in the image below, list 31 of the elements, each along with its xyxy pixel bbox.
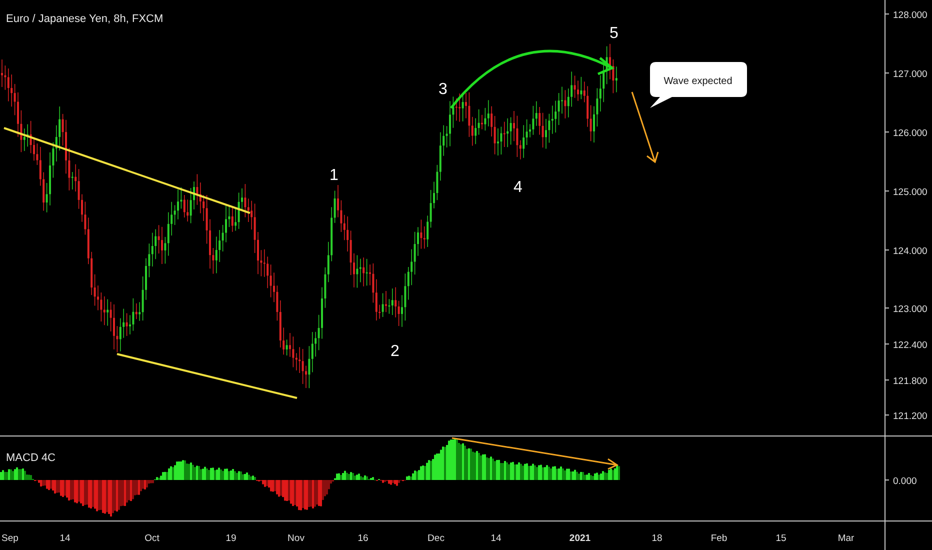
price-axis-label: 123.000 — [893, 304, 928, 315]
price-axis-label: 121.200 — [893, 411, 928, 422]
wave-label: 1 — [330, 167, 338, 184]
time-axis-label: Dec — [428, 533, 444, 544]
wave-label: 5 — [610, 25, 618, 42]
wave-label: 4 — [514, 179, 522, 196]
time-axis-label: 14 — [60, 533, 70, 544]
price-axis-label: 127.000 — [893, 69, 928, 80]
chart-title: Euro / Japanese Yen, 8h, FXCM — [6, 13, 164, 25]
price-axis-label: 128.000 — [893, 10, 928, 21]
wave-label: 3 — [438, 81, 448, 98]
wave-label: 2 — [390, 343, 400, 360]
indicator-label: MACD 4C — [6, 452, 56, 464]
time-axis-label: Mar — [838, 533, 854, 544]
price-axis-label: 124.000 — [893, 246, 928, 257]
price-axis-label: 126.000 — [893, 128, 928, 139]
time-axis-label: 16 — [358, 533, 368, 544]
callout-text: Wave expected — [664, 76, 732, 87]
price-axis-label: 121.800 — [893, 376, 928, 387]
time-axis-label: 2021 — [569, 533, 591, 544]
time-axis-label: 18 — [652, 533, 662, 544]
time-axis-label: Oct — [144, 533, 160, 544]
time-axis-label: Nov — [288, 533, 304, 544]
price-axis-label: 122.400 — [893, 340, 928, 351]
price-axis-label: 125.000 — [893, 187, 928, 198]
time-axis-label: Feb — [710, 533, 728, 544]
time-axis-label: 19 — [226, 533, 236, 544]
time-axis-label: Sep — [2, 533, 18, 544]
time-axis-label: 15 — [776, 533, 786, 544]
time-axis-label: 14 — [490, 533, 502, 544]
indicator-axis-label: 0.000 — [893, 476, 917, 487]
